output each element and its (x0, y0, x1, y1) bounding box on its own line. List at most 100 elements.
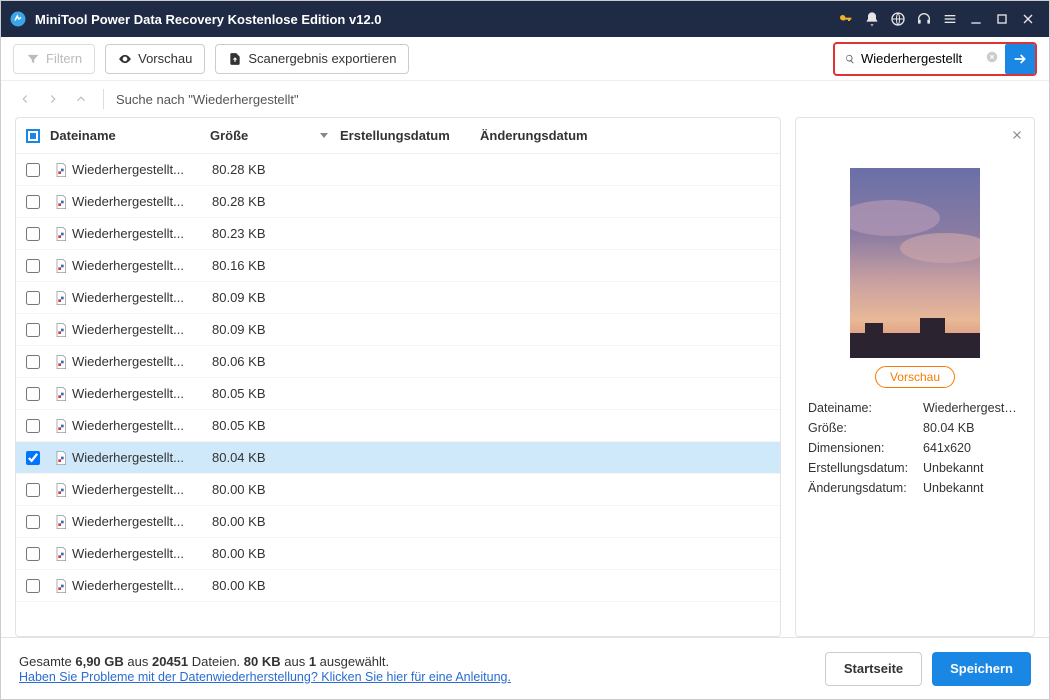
row-filename: Wiederhergestellt... (72, 546, 212, 561)
select-all-checkbox[interactable] (26, 129, 40, 143)
row-size: 80.28 KB (212, 162, 342, 177)
search-input[interactable] (861, 51, 981, 66)
file-type-icon (50, 322, 72, 338)
kv-modified-label: Änderungsdatum: (808, 481, 923, 495)
maximize-icon[interactable] (989, 6, 1015, 32)
row-filename: Wiederhergestellt... (72, 514, 212, 529)
row-checkbox[interactable] (26, 323, 40, 337)
search-submit-button[interactable] (1005, 44, 1035, 74)
nav-up-icon[interactable] (71, 89, 91, 109)
row-filename: Wiederhergestellt... (72, 386, 212, 401)
table-row[interactable]: Wiederhergestellt...80.00 KB (16, 474, 780, 506)
table-row[interactable]: Wiederhergestellt...80.16 KB (16, 250, 780, 282)
save-button[interactable]: Speichern (932, 652, 1031, 686)
col-modified[interactable]: Änderungsdatum (480, 128, 620, 143)
kv-dim-value: 641x620 (923, 441, 1022, 455)
preview-close-icon[interactable] (1008, 126, 1026, 144)
file-type-icon (50, 450, 72, 466)
filter-button[interactable]: Filtern (13, 44, 95, 74)
col-created[interactable]: Erstellungsdatum (340, 128, 480, 143)
preview-button[interactable]: Vorschau (105, 44, 205, 74)
table-row[interactable]: Wiederhergestellt...80.28 KB (16, 154, 780, 186)
funnel-icon (26, 52, 40, 66)
row-checkbox[interactable] (26, 419, 40, 433)
footer: Gesamte 6,90 GB aus 20451 Dateien. 80 KB… (1, 637, 1049, 699)
row-size: 80.00 KB (212, 482, 342, 497)
col-size[interactable]: Größe (210, 128, 340, 143)
title-bar: MiniTool Power Data Recovery Kostenlose … (1, 1, 1049, 37)
table-row[interactable]: Wiederhergestellt...80.06 KB (16, 346, 780, 378)
row-checkbox[interactable] (26, 163, 40, 177)
row-size: 80.05 KB (212, 386, 342, 401)
nav-forward-icon[interactable] (43, 89, 63, 109)
file-type-icon (50, 546, 72, 562)
table-row[interactable]: Wiederhergestellt...80.05 KB (16, 378, 780, 410)
file-type-icon (50, 226, 72, 242)
menu-icon[interactable] (937, 6, 963, 32)
row-filename: Wiederhergestellt... (72, 162, 212, 177)
row-filename: Wiederhergestellt... (72, 258, 212, 273)
table-row[interactable]: Wiederhergestellt...80.09 KB (16, 314, 780, 346)
row-size: 80.00 KB (212, 514, 342, 529)
bell-icon[interactable] (859, 6, 885, 32)
table-row[interactable]: Wiederhergestellt...80.00 KB (16, 570, 780, 602)
row-checkbox[interactable] (26, 547, 40, 561)
table-row[interactable]: Wiederhergestellt...80.05 KB (16, 410, 780, 442)
help-link[interactable]: Haben Sie Probleme mit der Datenwiederhe… (19, 670, 511, 684)
kv-size-label: Größe: (808, 421, 923, 435)
row-size: 80.09 KB (212, 322, 342, 337)
row-filename: Wiederhergestellt... (72, 578, 212, 593)
export-icon (228, 52, 242, 66)
arrow-right-icon (1012, 51, 1028, 67)
file-type-icon (50, 290, 72, 306)
row-checkbox[interactable] (26, 355, 40, 369)
table-body[interactable]: Wiederhergestellt...80.28 KBWiederherges… (16, 154, 780, 636)
table-header: Dateiname Größe Erstellungsdatum Änderun… (16, 118, 780, 154)
row-checkbox[interactable] (26, 387, 40, 401)
table-row[interactable]: Wiederhergestellt...80.23 KB (16, 218, 780, 250)
table-row[interactable]: Wiederhergestellt...80.04 KB (16, 442, 780, 474)
nav-back-icon[interactable] (15, 89, 35, 109)
row-size: 80.06 KB (212, 354, 342, 369)
export-label: Scanergebnis exportieren (248, 51, 396, 66)
close-icon[interactable] (1015, 6, 1041, 32)
row-checkbox[interactable] (26, 483, 40, 497)
file-type-icon (50, 418, 72, 434)
minimize-icon[interactable] (963, 6, 989, 32)
row-filename: Wiederhergestellt... (72, 418, 212, 433)
row-size: 80.09 KB (212, 290, 342, 305)
table-row[interactable]: Wiederhergestellt...80.00 KB (16, 506, 780, 538)
row-filename: Wiederhergestellt... (72, 322, 212, 337)
row-size: 80.04 KB (212, 450, 342, 465)
row-checkbox[interactable] (26, 579, 40, 593)
table-row[interactable]: Wiederhergestellt...80.00 KB (16, 538, 780, 570)
table-row[interactable]: Wiederhergestellt...80.28 KB (16, 186, 780, 218)
file-type-icon (50, 578, 72, 594)
col-filename[interactable]: Dateiname (50, 128, 210, 143)
table-row[interactable]: Wiederhergestellt...80.09 KB (16, 282, 780, 314)
row-filename: Wiederhergestellt... (72, 290, 212, 305)
row-size: 80.00 KB (212, 578, 342, 593)
row-checkbox[interactable] (26, 195, 40, 209)
action-toolbar: Filtern Vorschau Scanergebnis exportiere… (1, 37, 1049, 81)
file-type-icon (50, 258, 72, 274)
export-button[interactable]: Scanergebnis exportieren (215, 44, 409, 74)
file-type-icon (50, 194, 72, 210)
row-checkbox[interactable] (26, 259, 40, 273)
kv-filename-value: Wiederhergestellt_ (923, 401, 1022, 415)
row-checkbox[interactable] (26, 227, 40, 241)
app-logo-icon (9, 10, 27, 28)
row-filename: Wiederhergestellt... (72, 354, 212, 369)
home-button[interactable]: Startseite (825, 652, 922, 686)
headset-icon[interactable] (911, 6, 937, 32)
row-checkbox[interactable] (26, 291, 40, 305)
row-filename: Wiederhergestellt... (72, 194, 212, 209)
clear-search-icon[interactable] (985, 50, 999, 67)
row-checkbox[interactable] (26, 451, 40, 465)
row-size: 80.23 KB (212, 226, 342, 241)
preview-open-button[interactable]: Vorschau (875, 366, 955, 388)
row-checkbox[interactable] (26, 515, 40, 529)
globe-icon[interactable] (885, 6, 911, 32)
sort-desc-icon (320, 133, 328, 138)
upgrade-key-icon[interactable] (833, 6, 859, 32)
